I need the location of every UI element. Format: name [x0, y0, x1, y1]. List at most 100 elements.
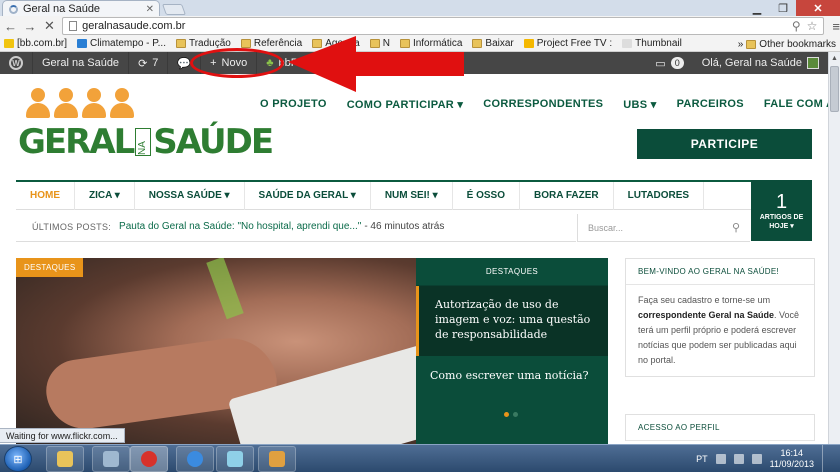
folder-icon — [175, 39, 186, 48]
welcome-widget: BEM-VINDO AO GERAL NA SAÚDE! Faça seu ca… — [625, 258, 815, 377]
featured-header: DESTAQUES — [416, 258, 608, 286]
other-bookmarks[interactable]: » Other bookmarks — [738, 36, 836, 51]
ticker-post-link[interactable]: Pauta do Geral na Saúde: "No hospital, a… — [119, 221, 361, 232]
main-nav-item[interactable]: COMO PARTICIPAR ▾ — [347, 98, 464, 111]
clock-time: 16:14 — [780, 448, 804, 458]
projectfreetv-favicon — [523, 39, 534, 48]
ticker-label: ÚLTIMOS POSTS: — [32, 221, 112, 232]
url-text[interactable]: geralnasaude.com.br — [82, 20, 792, 32]
taskbar-app-chrome[interactable] — [130, 446, 168, 472]
main-nav-item[interactable]: FALE COM A GENTE — [764, 98, 828, 111]
bookmark-item[interactable]: Baixar — [472, 38, 514, 49]
ticker-time: - 46 minutos atrás — [364, 221, 445, 232]
forward-icon[interactable]: → — [21, 17, 38, 35]
featured-image[interactable]: DESTAQUES — [16, 258, 416, 444]
browser-tab[interactable]: Geral na Saúde ✕ — [2, 0, 160, 17]
scroll-up-icon[interactable]: ▲ — [829, 52, 840, 64]
articles-today-widget[interactable]: 1 ARTIGOS DE HOJE ▾ — [751, 180, 812, 241]
taskbar-app-paint[interactable] — [258, 446, 296, 472]
folder-icon — [472, 39, 483, 48]
star-icon[interactable]: ☆ — [807, 19, 818, 33]
taskbar-app-explorer[interactable] — [46, 446, 84, 472]
site-logo[interactable]: GERAL NA SAÚDE — [18, 88, 274, 184]
participe-button[interactable]: PARTICIPE — [637, 129, 812, 159]
category-item[interactable]: LUTADORES — [614, 181, 705, 210]
main-nav-item[interactable]: UBS ▾ — [623, 98, 656, 111]
climatempo-favicon — [77, 39, 88, 48]
bb-favicon — [4, 39, 14, 48]
language-indicator[interactable]: PT — [696, 454, 708, 464]
notepad-icon — [227, 451, 243, 467]
category-item[interactable]: SAÚDE DA GERAL ▾ — [245, 181, 371, 210]
address-bar[interactable]: geralnasaude.com.br ⚲ ☆ — [62, 17, 825, 35]
articles-today-count: 1 — [775, 190, 788, 213]
welcome-title: BEM-VINDO AO GERAL NA SAÚDE! — [626, 259, 814, 285]
taskbar-app-calculator[interactable] — [92, 446, 130, 472]
loading-spinner-icon — [9, 4, 18, 14]
slider-dot[interactable] — [504, 412, 509, 417]
slider-dot[interactable] — [513, 412, 518, 417]
category-item[interactable]: É OSSO — [453, 181, 520, 210]
bookmark-item[interactable]: Project Free TV : — [523, 38, 612, 49]
bookmark-item[interactable]: [bb.com.br] — [4, 38, 67, 49]
logo-wordmark: GERAL NA SAÚDE — [18, 122, 274, 162]
tab-close-icon[interactable]: ✕ — [146, 4, 159, 15]
category-item[interactable]: NUM SEI! ▾ — [371, 181, 453, 210]
welcome-text: Faça seu cadastro e torne-se um correspo… — [638, 295, 800, 365]
window-close-icon[interactable]: ✕ — [796, 0, 840, 16]
stop-icon[interactable]: ✕ — [41, 17, 58, 35]
explorer-icon — [57, 451, 73, 467]
search-input[interactable]: Buscar... ⚲ — [577, 214, 750, 242]
loading-status: Waiting for www.flickr.com... — [0, 428, 125, 443]
avatar — [807, 57, 819, 69]
new-tab-button[interactable] — [161, 4, 187, 15]
search-icon[interactable]: ⚲ — [732, 221, 740, 234]
main-nav-item[interactable]: CORRESPONDENTES — [483, 98, 603, 111]
profile-widget: ACESSO AO PERFIL — [625, 414, 815, 441]
updates-menu[interactable]: ⟳ 7 — [129, 52, 169, 74]
clock[interactable]: 16:14 11/09/2013 — [770, 448, 814, 470]
bookmark-item[interactable]: Thumbnail — [622, 38, 682, 49]
category-menu: HOME ZICA ▾ NOSSA SAÚDE ▾ SAÚDE DA GERAL ▾ N… — [16, 180, 751, 210]
minimize-icon[interactable]: ▁ — [744, 0, 770, 16]
my-account-menu[interactable]: Olá, Geral na Saúde — [693, 52, 828, 74]
category-item[interactable]: NOSSA SAÚDE ▾ — [135, 181, 245, 210]
taskbar-app-notepad[interactable] — [216, 446, 254, 472]
main-nav-item[interactable]: PARCEIROS — [677, 98, 744, 111]
main-navigation: O PROJETO COMO PARTICIPAR ▾ CORRESPONDENTE… — [260, 98, 828, 111]
website-viewport: GERAL NA SAÚDE O PROJETO COMO PARTICIPAR … — [0, 74, 828, 444]
system-tray: PT 16:14 11/09/2013 — [696, 445, 832, 472]
folder-icon — [746, 39, 757, 49]
admin-site-name[interactable]: Geral na Saúde — [33, 52, 130, 74]
maximize-icon[interactable]: ❐ — [770, 0, 796, 16]
start-button[interactable]: ⊞ — [4, 446, 32, 472]
volume-icon[interactable] — [751, 454, 762, 464]
bookmark-item[interactable]: Tradução — [175, 38, 231, 49]
correspondent-link[interactable]: correspondente Geral na Saúde — [638, 310, 774, 320]
network-icon[interactable] — [733, 454, 744, 464]
featured-item-active[interactable]: Autorização de uso de imagem e voz: uma … — [416, 286, 608, 356]
latest-posts-ticker: ÚLTIMOS POSTS: Pauta do Geral na Saúde: … — [16, 212, 576, 242]
paint-icon — [269, 451, 285, 467]
main-nav-item[interactable]: O PROJETO — [260, 98, 327, 111]
page-scrollbar[interactable]: ▲ — [828, 52, 840, 444]
tray-flag-icon[interactable] — [715, 454, 726, 464]
scroll-thumb[interactable] — [830, 66, 839, 112]
magnifier-icon[interactable]: ⚲ — [792, 19, 801, 33]
chrome-icon — [141, 451, 157, 467]
wp-logo-menu[interactable]: W — [0, 52, 33, 74]
featured-item[interactable]: Como escrever uma notícia? — [416, 356, 608, 395]
settings-menu-icon[interactable]: ≡ — [832, 19, 840, 34]
category-item[interactable]: BORA FAZER — [520, 181, 614, 210]
category-item[interactable]: HOME — [16, 181, 75, 210]
show-desktop-button[interactable] — [822, 445, 832, 472]
clock-date: 11/09/2013 — [769, 459, 814, 469]
back-icon[interactable]: ← — [2, 17, 19, 35]
updates-count: 7 — [152, 57, 159, 69]
notifications-menu[interactable]: ▭ 0 — [646, 52, 692, 74]
annotation-ellipse — [190, 48, 284, 78]
logo-people-icon — [26, 88, 190, 118]
bookmark-item[interactable]: Climatempo - P... — [77, 38, 166, 49]
category-item[interactable]: ZICA ▾ — [75, 181, 135, 210]
taskbar-app-itunes[interactable] — [176, 446, 214, 472]
